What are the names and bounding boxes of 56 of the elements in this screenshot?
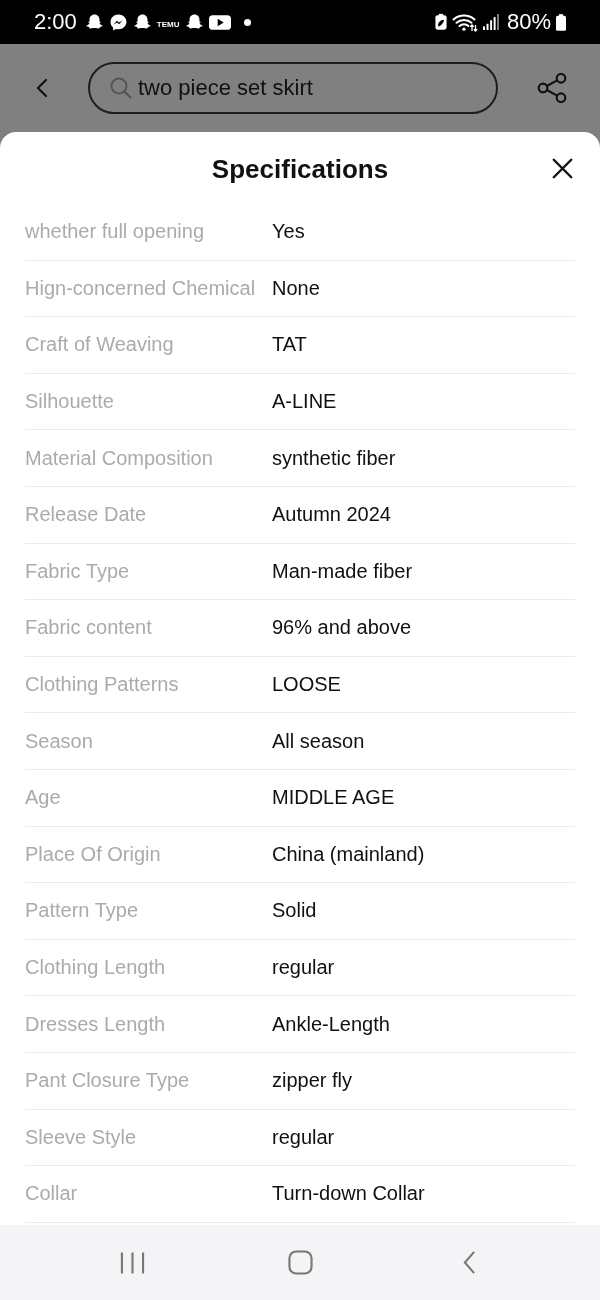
close-icon[interactable] [552,158,573,179]
spec-value: Man-made fiber [272,559,413,583]
spec-value: 96% and above [272,616,411,640]
spec-value: LOOSE [272,673,341,697]
spec-label: Craft of Weaving [25,333,175,357]
spec-value: Yes [272,220,305,244]
search-icon [110,77,132,99]
spec-label: Age [25,786,62,810]
search-query: two piece set skirt [138,75,313,101]
spec-value: Solid [272,899,317,923]
spec-label: Hign-concerned Chemical [25,276,257,300]
spec-label: Fabric content [25,616,153,640]
search-field[interactable]: two piece set skirt [88,62,498,114]
app-notification-label: TEMU [156,19,180,29]
spec-value: regular [272,1125,335,1149]
share-icon[interactable] [537,73,567,103]
dot-icon [243,18,251,26]
spec-label: whether full opening [25,220,205,244]
recent-apps-icon[interactable] [120,1250,145,1275]
sheet-title: Specifications [211,152,389,185]
spec-label: Sleeve Style [25,1125,138,1149]
spec-value: None [272,276,320,300]
spec-value: A-LINE [272,390,337,414]
spec-label: Silhouette [25,390,115,414]
spec-label: Fabric Type [25,559,131,583]
spec-label: Season [25,729,94,753]
spec-value: regular [272,956,335,979]
battery-saver-icon [434,13,447,31]
spec-label: Clothing Patterns [25,673,180,697]
spec-label: Place Of Origin [25,842,162,866]
spec-value: Ankle-Length [272,1012,390,1036]
spec-value: zipper fly [272,1069,353,1093]
spec-value: MIDDLE AGE [272,786,395,810]
spec-label: Pant Closure Type [25,1069,191,1093]
chat-bubble-icon [108,12,128,32]
spec-label: Dresses Length [25,1012,167,1036]
spec-label: Material Composition [25,446,214,470]
wifi-icon [451,12,478,32]
battery-icon [556,13,566,31]
home-icon[interactable] [288,1250,313,1275]
battery-percentage: 80% [506,9,551,35]
spec-label: Clothing Length [25,956,167,979]
back-icon[interactable] [36,78,48,98]
spec-value: synthetic fiber [272,446,396,470]
spec-label: Release Date [25,503,148,527]
play-icon [208,13,231,31]
clock-time: 2:00 [34,9,77,35]
signal-icon [482,14,499,30]
spec-value: TAT [272,333,307,357]
spec-label: Collar [25,1182,79,1206]
spec-value: Turn-down Collar [272,1182,425,1206]
back-icon[interactable] [463,1250,476,1275]
spec-value: China (mainland) [272,842,425,866]
spec-value: All season [272,729,365,753]
spec-value: Autumn 2024 [272,503,391,527]
spec-label: Pattern Type [25,899,140,923]
